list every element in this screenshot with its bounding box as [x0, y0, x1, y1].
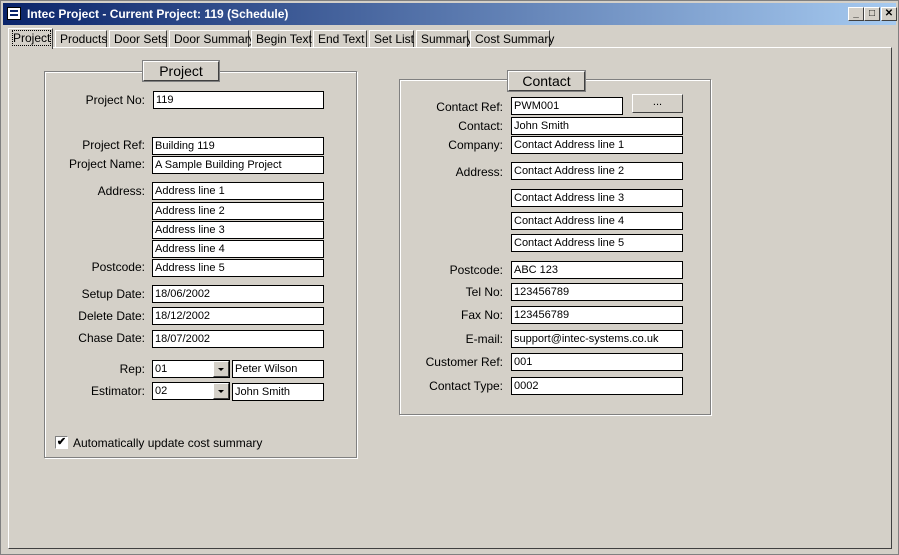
chevron-down-icon[interactable] — [213, 361, 229, 377]
customer-ref-label: Customer Ref: — [425, 355, 503, 369]
setup-date-label: Setup Date: — [81, 287, 145, 301]
contact-address-line-2[interactable]: Contact Address line 2 — [511, 162, 683, 180]
estimator-combo[interactable]: 02 — [152, 382, 230, 400]
tab-door-sets[interactable]: Door Sets — [109, 30, 167, 48]
contact-name-field[interactable]: John Smith — [511, 117, 683, 135]
auto-update-label[interactable]: Automatically update cost summary — [73, 436, 262, 450]
project-address-line-1[interactable]: Address line 1 — [152, 182, 324, 200]
tab-project[interactable]: Project — [8, 28, 53, 49]
project-postcode-label: Postcode: — [91, 260, 145, 274]
setup-date-field[interactable]: 18/06/2002 — [152, 285, 324, 303]
rep-name-field[interactable]: Peter Wilson — [232, 360, 324, 378]
contact-label: Contact: — [458, 119, 503, 133]
project-address-label: Address: — [97, 184, 145, 198]
tab-summary[interactable]: Summary — [416, 30, 472, 48]
title-bar[interactable]: Intec Project - Current Project: 119 (Sc… — [3, 3, 897, 25]
contact-address-line-4[interactable]: Contact Address line 4 — [511, 212, 683, 230]
project-no-field[interactable]: 119 — [153, 91, 324, 109]
contact-address-label: Address: — [455, 165, 503, 179]
fax-label: Fax No: — [460, 308, 503, 322]
contact-address-line-5[interactable]: Contact Address line 5 — [511, 234, 683, 252]
close-button[interactable]: ✕ — [881, 7, 897, 21]
contact-ref-field[interactable]: PWM001 — [511, 97, 623, 115]
project-name-field[interactable]: A Sample Building Project — [152, 156, 324, 174]
project-address-line-2[interactable]: Address line 2 — [152, 202, 324, 220]
minimize-button[interactable]: _ — [848, 7, 864, 21]
project-group-title: Project — [142, 60, 220, 82]
rep-combo-value: 01 — [155, 363, 168, 375]
project-ref-label: Project Ref: — [82, 138, 145, 152]
maximize-button[interactable]: □ — [864, 7, 880, 21]
delete-date-label: Delete Date: — [78, 309, 145, 323]
window-title: Intec Project - Current Project: 119 (Sc… — [27, 7, 289, 21]
chase-date-label: Chase Date: — [78, 331, 145, 345]
auto-update-checkbox[interactable]: ✔ — [55, 436, 68, 449]
tab-door-summary[interactable]: Door Summary — [169, 30, 255, 48]
customer-ref-field[interactable]: 001 — [511, 353, 683, 371]
project-postcode-field[interactable]: Address line 5 — [152, 259, 324, 277]
company-label: Company: — [448, 138, 503, 152]
contact-postcode-label: Postcode: — [449, 263, 503, 277]
contact-type-label: Contact Type: — [429, 379, 503, 393]
contact-ref-label: Contact Ref: — [436, 100, 503, 114]
tab-products[interactable]: Products — [55, 30, 107, 48]
tab-begin-text[interactable]: Begin Text — [251, 30, 312, 48]
contact-lookup-button[interactable]: ... — [632, 94, 683, 113]
project-ref-field[interactable]: Building 119 — [152, 137, 324, 155]
tab-end-text[interactable]: End Text — [313, 30, 367, 48]
tab-set-list[interactable]: Set List — [369, 30, 414, 48]
rep-combo[interactable]: 01 — [152, 360, 230, 378]
project-no-label: Project No: — [85, 93, 145, 107]
company-field[interactable]: Contact Address line 1 — [511, 136, 683, 154]
tab-cost-summary[interactable]: Cost Summary — [470, 30, 554, 48]
tel-label: Tel No: — [465, 285, 503, 299]
estimator-name-field[interactable]: John Smith — [232, 383, 324, 401]
project-address-line-3[interactable]: Address line 3 — [152, 221, 324, 239]
tel-field[interactable]: 123456789 — [511, 283, 683, 301]
project-name-label: Project Name: — [68, 157, 145, 171]
form-icon[interactable] — [7, 7, 21, 20]
delete-date-field[interactable]: 18/12/2002 — [152, 307, 324, 325]
chevron-down-icon[interactable] — [213, 383, 229, 399]
contact-postcode-field[interactable]: ABC 123 — [511, 261, 683, 279]
rep-label: Rep: — [119, 362, 145, 376]
email-field[interactable]: support@intec-systems.co.uk — [511, 330, 683, 348]
project-address-line-4[interactable]: Address line 4 — [152, 240, 324, 258]
fax-field[interactable]: 123456789 — [511, 306, 683, 324]
app-window: Intec Project - Current Project: 119 (Sc… — [0, 0, 899, 555]
estimator-label: Estimator: — [90, 384, 145, 398]
estimator-combo-value: 02 — [155, 385, 168, 397]
contact-group-title: Contact — [507, 70, 586, 92]
email-label: E-mail: — [465, 332, 503, 346]
contact-type-field[interactable]: 0002 — [511, 377, 683, 395]
chase-date-field[interactable]: 18/07/2002 — [152, 330, 324, 348]
tab-strip: Project Products Door Sets Door Summary … — [8, 28, 888, 49]
contact-address-line-3[interactable]: Contact Address line 3 — [511, 189, 683, 207]
